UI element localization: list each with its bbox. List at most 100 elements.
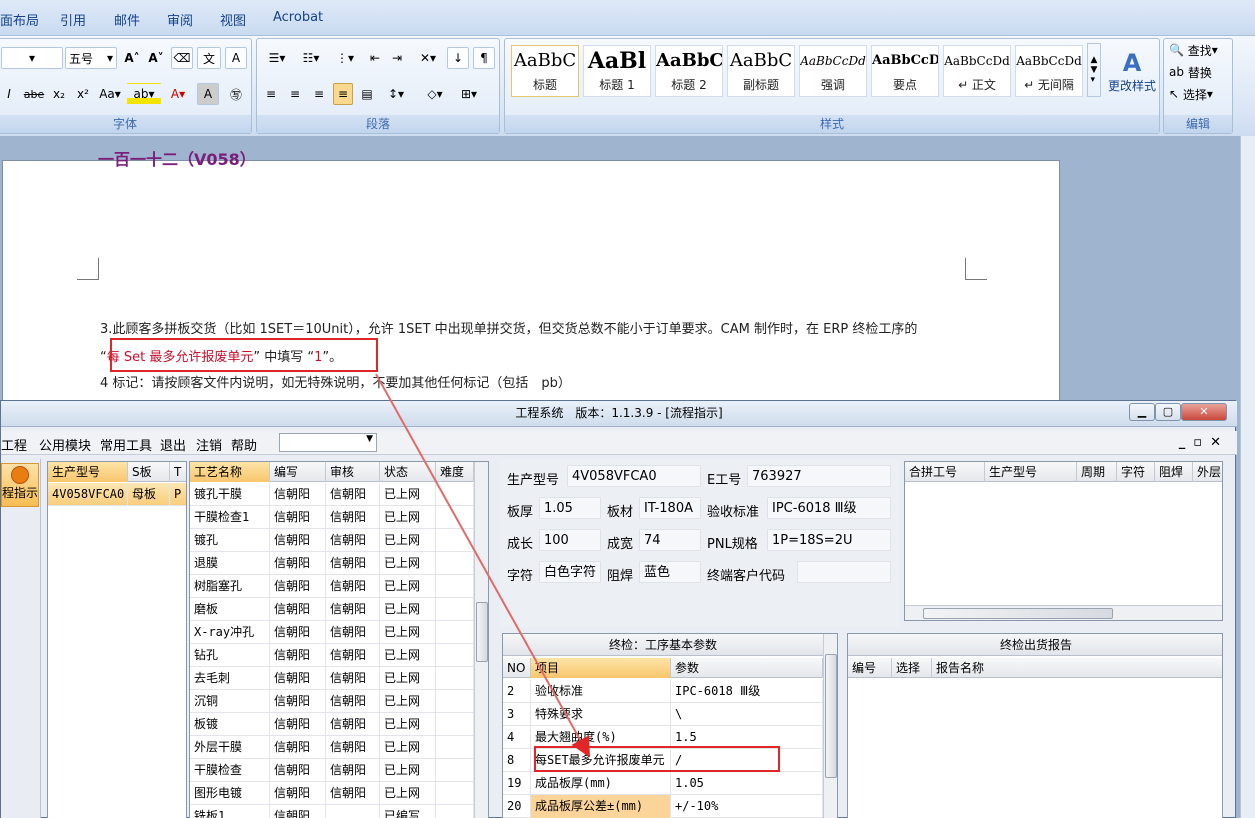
font-size-combo[interactable]: 五号 ▾ xyxy=(65,47,117,69)
table-row[interactable]: 沉铜 信朝阳 信朝阳 已上网 xyxy=(190,690,474,713)
column-header[interactable]: 阻焊 xyxy=(1155,462,1193,482)
table-row[interactable]: 干膜检查1 信朝阳 信朝阳 已上网 xyxy=(190,506,474,529)
shrink-font-icon[interactable]: A˅ xyxy=(145,47,167,69)
column-header[interactable]: 工艺名称 xyxy=(190,462,270,482)
align-left-icon[interactable]: ≡ xyxy=(261,83,281,105)
tab-acrobat[interactable]: Acrobat xyxy=(273,10,323,25)
table-row[interactable]: 20 成品板厚公差±(mm) +/-10% xyxy=(503,795,823,818)
character-border-icon[interactable]: A xyxy=(225,47,247,69)
column-header[interactable]: T xyxy=(170,462,186,482)
table-row[interactable]: X-ray冲孔 信朝阳 信朝阳 已上网 xyxy=(190,621,474,644)
table-row[interactable]: 4V058VFCA0 母板 P xyxy=(48,483,186,506)
multilevel-list-icon[interactable]: ⋮▾ xyxy=(329,47,361,69)
table-row[interactable]: 树脂塞孔 信朝阳 信朝阳 已上网 xyxy=(190,575,474,598)
document-scrollbar[interactable] xyxy=(1240,136,1255,818)
e-number-field[interactable]: 763927 xyxy=(747,465,891,487)
clear-format-icon[interactable]: ⌫ xyxy=(171,47,193,69)
styles-scroll-icon[interactable]: ▲ ▼ ▾ xyxy=(1087,43,1101,97)
show-marks-icon[interactable]: ¶ xyxy=(473,47,495,69)
justify-icon[interactable]: ≡ xyxy=(333,83,353,105)
close-button[interactable]: ✕ xyxy=(1181,403,1227,421)
replace-button[interactable]: ab 替换 xyxy=(1168,61,1230,83)
font-name-combo[interactable]: ▾ xyxy=(1,47,63,69)
standard-field[interactable]: IPC-6018 Ⅲ级 xyxy=(767,497,891,519)
bullets-icon[interactable]: ☰▾ xyxy=(261,47,293,69)
minimize-button[interactable]: ▁ xyxy=(1129,403,1155,421)
scroll-thumb[interactable] xyxy=(476,602,488,662)
maximize-button[interactable]: ▢ xyxy=(1155,403,1181,421)
width-field[interactable]: 74 xyxy=(639,529,701,551)
style-no-spacing[interactable]: AaBbCcDd ↵ 无间隔 xyxy=(1015,45,1083,97)
style-emphasis[interactable]: AaBbCcDd 强调 xyxy=(799,45,867,97)
tab-mailings[interactable]: 邮件 xyxy=(114,10,140,29)
italic-icon[interactable]: I xyxy=(1,83,17,105)
select-button[interactable]: ↖ 选择 ▾ xyxy=(1168,83,1230,105)
enclose-char-icon[interactable]: ㊢ xyxy=(225,83,247,105)
sort-icon[interactable]: ↓ xyxy=(447,47,469,69)
table-row[interactable]: 铣板1 信朝阳 已编写 xyxy=(190,805,474,818)
column-header[interactable]: 字符 xyxy=(1117,462,1155,482)
style-heading1[interactable]: AaBl 标题 1 xyxy=(583,45,651,97)
style-heading2[interactable]: AaBbC 标题 2 xyxy=(655,45,723,97)
column-header[interactable]: 难度 xyxy=(436,462,474,482)
column-header[interactable]: 编号 xyxy=(848,658,892,678)
column-header[interactable]: 选择 xyxy=(892,658,932,678)
pnl-field[interactable]: 1P=18S=2U xyxy=(767,529,891,551)
menu-project[interactable]: 工程 xyxy=(1,435,27,454)
thickness-field[interactable]: 1.05 xyxy=(539,497,601,519)
tab-references[interactable]: 引用 xyxy=(60,10,86,29)
grow-font-icon[interactable]: A˄ xyxy=(121,47,143,69)
column-header[interactable]: 周期 xyxy=(1077,462,1117,482)
style-subtitle[interactable]: AaBbC 副标题 xyxy=(727,45,795,97)
strikethrough-icon[interactable]: abe xyxy=(21,83,47,105)
menu-exit[interactable]: 退出 xyxy=(160,435,186,454)
column-header[interactable]: 审核 xyxy=(326,462,380,482)
column-header[interactable]: NO xyxy=(503,658,531,678)
change-styles-button[interactable]: A 更改样式 xyxy=(1105,43,1159,99)
font-color-icon[interactable]: A▾ xyxy=(163,83,193,105)
material-field[interactable]: IT-180A xyxy=(639,497,701,519)
table-row[interactable]: 镀孔 信朝阳 信朝阳 已上网 xyxy=(190,529,474,552)
column-header[interactable]: 状态 xyxy=(380,462,436,482)
column-header[interactable]: 合拼工号 xyxy=(905,462,985,482)
distributed-icon[interactable]: ▤ xyxy=(357,83,377,105)
subscript-icon[interactable]: x₂ xyxy=(49,83,69,105)
character-shading-icon[interactable]: A xyxy=(197,83,219,105)
table-row[interactable]: 磨板 信朝阳 信朝阳 已上网 xyxy=(190,598,474,621)
align-center-icon[interactable]: ≡ xyxy=(285,83,305,105)
menu-combo-box[interactable]: ▼ xyxy=(279,433,377,452)
customer-code-field[interactable] xyxy=(797,561,891,583)
column-header[interactable]: 项目 xyxy=(531,658,671,678)
style-title[interactable]: AaBbC 标题 xyxy=(511,45,579,97)
chinese-layout-icon[interactable]: ✕▾ xyxy=(413,47,443,69)
scroll-thumb[interactable] xyxy=(825,654,837,778)
flow-instruction-button[interactable]: 程指示 xyxy=(1,463,39,507)
table-row[interactable]: 图形电镀 信朝阳 信朝阳 已上网 xyxy=(190,782,474,805)
soldermask-field[interactable]: 蓝色 xyxy=(639,561,701,583)
column-header[interactable]: 生产型号 xyxy=(985,462,1077,482)
params-scrollbar[interactable] xyxy=(823,634,837,818)
align-right-icon[interactable]: ≡ xyxy=(309,83,329,105)
merge-grid-hscrollbar[interactable] xyxy=(905,605,1222,620)
table-row[interactable]: 19 成品板厚(mm) 1.05 xyxy=(503,772,823,795)
mdi-window-controls[interactable]: _▫✕ xyxy=(1179,435,1229,450)
model-field[interactable]: 4V058VFCA0 xyxy=(567,465,701,487)
shading-icon[interactable]: ◇▾ xyxy=(419,83,451,105)
phonetic-guide-icon[interactable]: 文 xyxy=(197,47,221,69)
column-header[interactable]: 生产型号 xyxy=(48,462,128,482)
style-strong[interactable]: AaBbCcD 要点 xyxy=(871,45,939,97)
column-header[interactable]: 参数 xyxy=(671,658,823,678)
tab-review[interactable]: 审阅 xyxy=(167,10,193,29)
menu-logout[interactable]: 注销 xyxy=(196,435,222,454)
decrease-indent-icon[interactable]: ⇤ xyxy=(365,47,385,69)
menu-tools[interactable]: 常用工具 xyxy=(100,435,152,454)
table-row[interactable]: 外层干膜 信朝阳 信朝阳 已上网 xyxy=(190,736,474,759)
table-row[interactable]: 镀孔干膜 信朝阳 信朝阳 已上网 xyxy=(190,483,474,506)
table-row[interactable]: 去毛刺 信朝阳 信朝阳 已上网 xyxy=(190,667,474,690)
style-normal[interactable]: AaBbCcDd ↵ 正文 xyxy=(943,45,1011,97)
find-button[interactable]: 🔍 查找 ▾ xyxy=(1168,39,1230,61)
tab-page-layout[interactable]: 面布局 xyxy=(0,10,39,29)
tab-view[interactable]: 视图 xyxy=(220,10,246,29)
column-header[interactable]: 编写 xyxy=(270,462,326,482)
line-spacing-icon[interactable]: ↕▾ xyxy=(381,83,411,105)
